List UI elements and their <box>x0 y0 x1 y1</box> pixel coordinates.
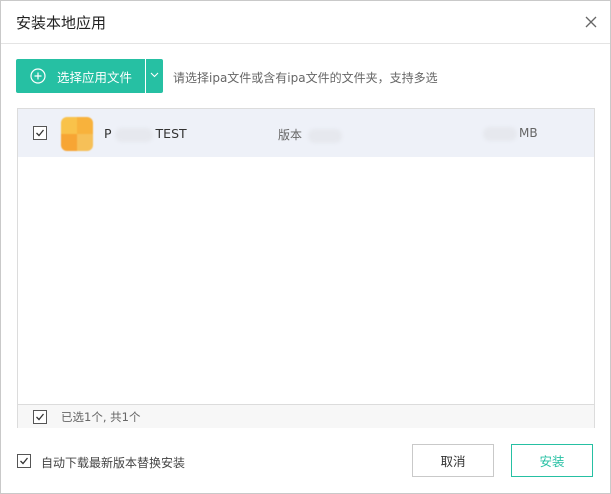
select-all-checkbox[interactable] <box>33 410 47 424</box>
app-icon <box>61 117 93 151</box>
plus-circle-icon <box>30 68 46 84</box>
version-label: 版本 <box>278 128 303 142</box>
select-files-dropdown-button[interactable] <box>146 59 163 93</box>
select-files-hint: 请选择ipa文件或含有ipa文件的文件夹，支持多选 <box>173 71 438 85</box>
app-name-suffix: TEST <box>155 126 187 141</box>
size-unit: MB <box>519 126 538 140</box>
cancel-button[interactable]: 取消 <box>412 444 494 477</box>
install-local-app-dialog: 安装本地应用 选择应用文件 请选择ipa文件或含有ipa文件的文件夹，支持多选 <box>0 0 611 494</box>
checkmark-icon <box>36 413 45 421</box>
select-app-files-label: 选择应用文件 <box>57 70 133 85</box>
auto-download-label: 自动下载最新版本替换安装 <box>41 456 186 470</box>
dialog-title: 安装本地应用 <box>16 14 107 32</box>
app-size: MB <box>483 126 538 141</box>
app-version: 版本 <box>278 126 343 143</box>
list-footer: 已选1个, 共1个 <box>18 404 594 428</box>
item-checkbox[interactable] <box>33 126 47 140</box>
checkmark-icon <box>36 129 45 137</box>
install-button[interactable]: 安装 <box>511 444 593 477</box>
redacted-text <box>308 128 343 143</box>
list-item[interactable]: P TEST 版本 MB <box>18 109 594 157</box>
redacted-text <box>483 126 517 141</box>
select-app-files-button[interactable]: 选择应用文件 <box>16 59 145 93</box>
app-file-list: P TEST 版本 MB 已选1个, 共1个 <box>17 108 595 428</box>
redacted-text <box>114 127 153 142</box>
checkmark-icon <box>20 457 29 465</box>
close-icon[interactable] <box>584 14 598 28</box>
chevron-down-icon <box>150 72 159 78</box>
dialog-header: 安装本地应用 <box>1 1 610 44</box>
auto-download-checkbox[interactable] <box>17 454 31 468</box>
app-name: P TEST <box>104 126 187 142</box>
app-name-prefix: P <box>104 126 112 141</box>
selection-count: 已选1个, 共1个 <box>61 410 141 424</box>
